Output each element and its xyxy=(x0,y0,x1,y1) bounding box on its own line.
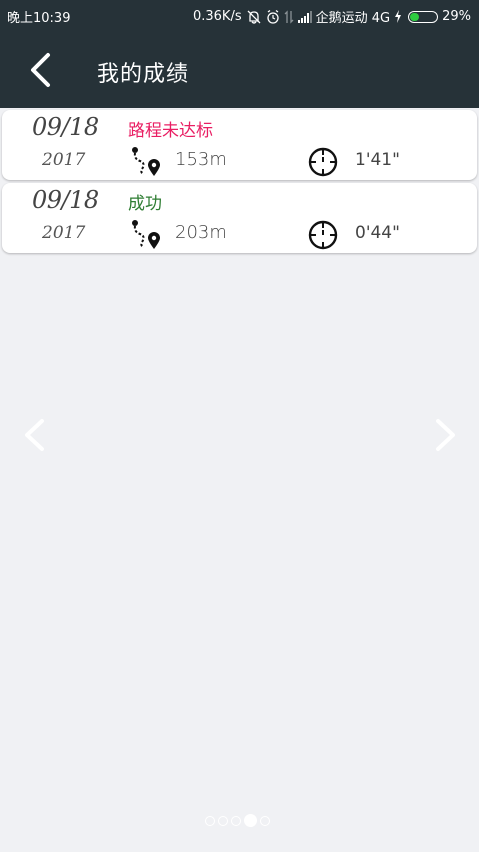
page-dot-active[interactable] xyxy=(244,814,257,827)
alarm-icon xyxy=(266,9,280,24)
stopwatch-icon xyxy=(308,147,338,177)
page-dot[interactable] xyxy=(260,815,270,826)
stopwatch-icon xyxy=(308,220,338,250)
record-distance: 153m xyxy=(175,149,227,170)
signal-icon xyxy=(297,10,312,23)
record-card[interactable]: 09/18 2017 成功 203m 0'44" xyxy=(2,183,477,253)
previous-page-arrow-icon[interactable] xyxy=(20,418,48,452)
page-title: 我的成绩 xyxy=(97,62,190,87)
record-year: 2017 xyxy=(42,150,86,170)
record-duration: 1'41" xyxy=(355,150,400,170)
carrier-label: 企鹅运动 4G xyxy=(315,11,391,26)
next-page-arrow-icon[interactable] xyxy=(432,418,460,452)
record-status: 成功 xyxy=(128,194,162,214)
page-dot[interactable] xyxy=(205,815,215,826)
route-icon xyxy=(132,220,160,249)
record-date: 09/18 xyxy=(32,186,99,214)
record-date: 09/18 xyxy=(32,113,99,141)
back-button[interactable] xyxy=(22,50,58,90)
app-bar: 我的成绩 xyxy=(0,30,479,108)
mute-icon xyxy=(246,10,262,24)
record-card[interactable]: 09/18 2017 路程未达标 153m 1'41" xyxy=(2,110,477,180)
battery-icon xyxy=(408,10,439,23)
charging-icon xyxy=(394,10,402,23)
record-year: 2017 xyxy=(42,223,86,243)
network-speed: 0.36K/s xyxy=(192,9,242,24)
status-time: 晚上10:39 xyxy=(7,11,71,26)
page-indicator xyxy=(205,814,270,827)
page-dot[interactable] xyxy=(218,815,228,826)
page-dot[interactable] xyxy=(231,815,241,826)
battery-level xyxy=(410,12,420,21)
battery-percent: 29% xyxy=(442,9,471,24)
status-right: 0.36K/s 企鹅运动 4G 29% xyxy=(193,7,471,26)
route-icon xyxy=(132,147,160,176)
data-transfer-icon xyxy=(284,9,294,24)
record-duration: 0'44" xyxy=(355,223,400,243)
records-list: 09/18 2017 路程未达标 153m 1'41" 09/18 2017 成… xyxy=(2,110,477,256)
status-bar: 晚上10:39 0.36K/s 企鹅运动 4G 29% xyxy=(0,0,479,30)
chevron-left-icon xyxy=(31,53,50,87)
record-distance: 203m xyxy=(175,222,227,243)
record-status: 路程未达标 xyxy=(128,121,213,141)
